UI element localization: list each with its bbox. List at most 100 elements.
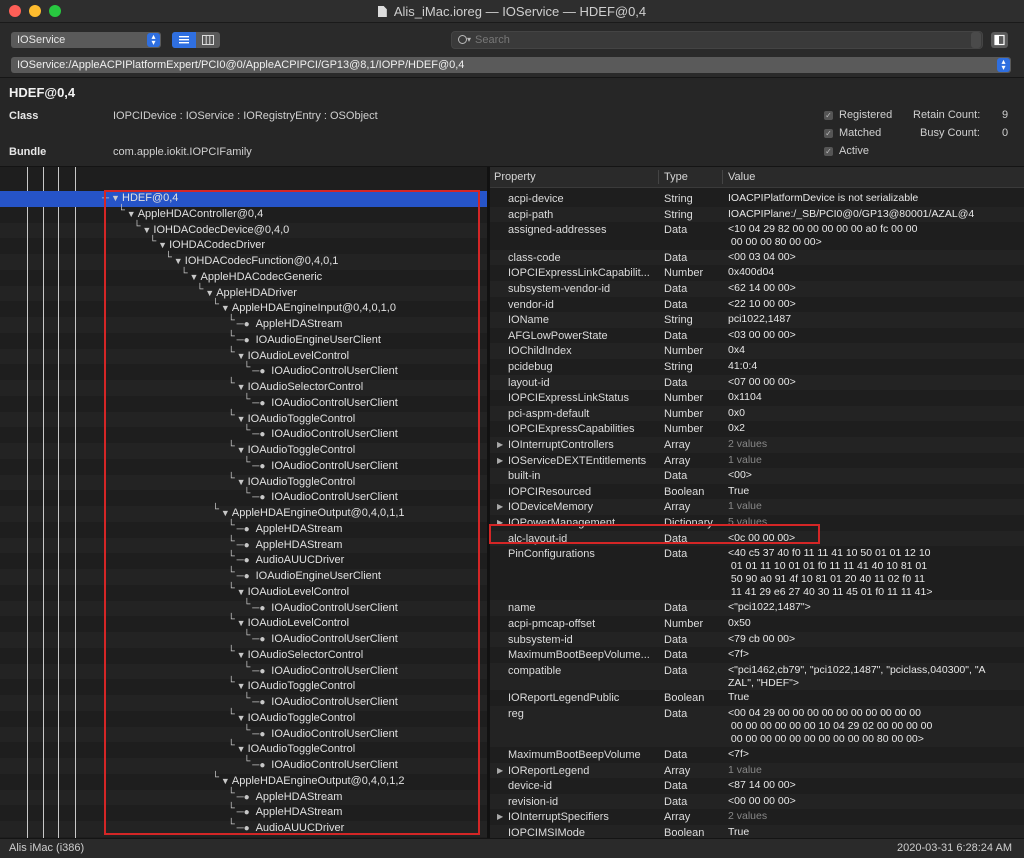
column-header-type[interactable]: Type: [664, 171, 688, 183]
property-row[interactable]: ▶ IODeviceMemory Array 1 value: [490, 499, 1024, 515]
property-row[interactable]: ▶ IOInterruptSpecifiers Array 2 values: [490, 809, 1024, 825]
tree-row[interactable]: └ ─● AudioAUUCDriver: [0, 551, 487, 569]
tree-node-label: IOAudioControlUserClient: [271, 664, 398, 677]
column-separator[interactable]: [658, 170, 659, 184]
tree-row[interactable]: └ ─● IOAudioControlUserClient: [0, 725, 487, 743]
property-row[interactable]: subsystem-id Data <79 cb 00 00>: [490, 631, 1024, 648]
tree-row[interactable]: └ ▼ AppleHDADriver: [0, 284, 487, 302]
column-header-property[interactable]: Property: [494, 171, 536, 183]
tree-row[interactable]: └ ─● AppleHDAStream: [0, 803, 487, 821]
tree-connector: └: [227, 441, 235, 452]
property-row[interactable]: name Data <"pci1022,1487">: [490, 600, 1024, 616]
tree-row[interactable]: └ ▼ AppleHDACodecGeneric: [0, 268, 487, 286]
property-row[interactable]: IOPCIResourced Boolean True: [490, 484, 1024, 500]
property-row[interactable]: acpi-pmcap-offset Number 0x50: [490, 616, 1024, 632]
property-row[interactable]: device-id Data <87 14 00 00>: [490, 778, 1024, 794]
property-row[interactable]: subsystem-vendor-id Data <62 14 00 00>: [490, 281, 1024, 297]
tree-row[interactable]: └ ─● IOAudioControlUserClient: [0, 662, 487, 680]
active-label: Active: [839, 145, 869, 157]
tree-connector: └: [149, 236, 157, 248]
property-value: 0x50: [728, 617, 751, 629]
property-row[interactable]: compatible Data <"pci1462,cb79", "pci1022,…: [490, 662, 1024, 691]
property-row[interactable]: built-in Data <00>: [490, 468, 1024, 484]
property-row[interactable]: IOName String pci1022,1487: [490, 312, 1024, 328]
leaf-node-icon: ─●: [236, 791, 250, 803]
inspector-toggle-button[interactable]: [991, 32, 1008, 48]
property-row[interactable]: reg Data <00 04 29 00 00 00 00 00 00 00 00…: [490, 706, 1024, 747]
plane-select[interactable]: IOService ▴ ▾: [11, 32, 161, 48]
disclosure-triangle-icon[interactable]: ▶: [497, 766, 503, 775]
tree-row[interactable]: └ ─● AppleHDAStream: [0, 536, 487, 554]
tree-row-selected[interactable]: ─ ▼ HDEF@0,4: [0, 191, 487, 207]
property-row[interactable]: IOPCIExpressLinkCapabilit... Number 0x400d…: [490, 265, 1024, 281]
property-row[interactable]: MaximumBootBeepVolume Data <7f>: [490, 747, 1024, 763]
tree-node-label: IOAudioControlUserClient: [271, 759, 398, 771]
tree-node-label: IOHDACodecDevice@0,4,0: [153, 223, 290, 236]
search-stepper[interactable]: [971, 32, 981, 48]
column-view-button[interactable]: [196, 32, 220, 48]
tree-row[interactable]: └ ─● IOAudioEngineUserClient: [0, 567, 487, 585]
property-row[interactable]: alc-layout-id Data <0c 00 00 00>: [490, 530, 1024, 547]
tree-node-label: IOAudioToggleControl: [247, 475, 356, 488]
property-value: True: [728, 484, 750, 497]
property-row[interactable]: IOReportLegendPublic Boolean True: [490, 690, 1024, 706]
tree-row[interactable]: └ ─● IOAudioControlUserClient: [0, 425, 487, 443]
property-row[interactable]: layout-id Data <07 00 00 00>: [490, 374, 1024, 391]
column-separator[interactable]: [722, 170, 723, 184]
property-row[interactable]: IOPCIMSIMode Boolean True: [490, 824, 1024, 838]
property-row[interactable]: ▶ IOReportLegend Array 1 value: [490, 762, 1024, 779]
property-row[interactable]: pci-aspm-default Number 0x0: [490, 405, 1024, 422]
tree-row[interactable]: └ ▼ AppleHDAController@0,4: [0, 205, 487, 223]
tree-row[interactable]: └ ▼ IOHDACodecFunction@0,4,0,1: [0, 252, 487, 270]
registry-path-select[interactable]: IOService:/AppleACPIPlatformExpert/PCI0@…: [11, 57, 1011, 73]
tree-row[interactable]: └ ─● IOAudioControlUserClient: [0, 693, 487, 711]
tree-row[interactable]: └ ─● IOAudioControlUserClient: [0, 756, 487, 774]
disclosure-triangle-icon[interactable]: ▶: [497, 518, 503, 527]
property-row[interactable]: IOChildIndex Number 0x4: [490, 343, 1024, 359]
tree-row[interactable]: └ ─● AppleHDAStream: [0, 520, 487, 538]
property-row[interactable]: assigned-addresses Data <10 04 29 82 00 00…: [490, 222, 1024, 250]
column-header-value[interactable]: Value: [728, 171, 755, 183]
property-type: Data: [664, 224, 688, 237]
disclosure-triangle-icon[interactable]: ▶: [497, 440, 503, 449]
tree-row[interactable]: └ ▼ AppleHDAEngineOutput@0,4,0,1,1: [0, 504, 487, 522]
property-row[interactable]: MaximumBootBeepVolume... Data <7f>: [490, 647, 1024, 663]
tree-row[interactable]: └ ─● IOAudioEngineUserClient: [0, 331, 487, 349]
property-row[interactable]: pcidebug String 41:0:4: [490, 359, 1024, 375]
list-view-button[interactable]: [172, 32, 196, 48]
property-row[interactable]: ▶ IOPowerManagement Dictionary 5 values: [490, 515, 1024, 531]
property-row[interactable]: IOPCIExpressCapabilities Number 0x2: [490, 421, 1024, 437]
tree-row[interactable]: └ ─● IOAudioControlUserClient: [0, 362, 487, 380]
disclosure-triangle-icon[interactable]: ▶: [497, 502, 503, 511]
tree-row[interactable]: └ ─● IOAudioControlUserClient: [0, 394, 487, 412]
property-row[interactable]: IOPCIExpressLinkStatus Number 0x1104: [490, 390, 1024, 406]
property-row[interactable]: AFGLowPowerState Data <03 00 00 00>: [490, 328, 1024, 344]
property-row[interactable]: acpi-path String IOACPIPlane:/_SB/PCI0@0/G…: [490, 206, 1024, 223]
disclosure-triangle-icon[interactable]: ▶: [497, 812, 503, 821]
registered-checkbox: ✓: [824, 111, 833, 120]
tree-connector: └: [243, 598, 251, 610]
property-row[interactable]: acpi-device String IOACPIPlatformDevice is…: [490, 191, 1024, 207]
disclosure-triangle-icon[interactable]: ▶: [497, 456, 503, 465]
tree-row[interactable]: └ ▼ IOHDACodecDriver: [0, 236, 487, 254]
search-field[interactable]: ▾ Search: [451, 31, 983, 49]
property-row[interactable]: revision-id Data <00 00 00 00>: [490, 793, 1024, 810]
tree-row[interactable]: └ ▼ AppleHDAEngineInput@0,4,0,1,0: [0, 299, 487, 317]
tree-row[interactable]: └ ─● AppleHDAStream: [0, 788, 487, 806]
property-name: IOReportLegendPublic: [508, 692, 620, 705]
tree-row[interactable]: └ ─● IOAudioControlUserClient: [0, 630, 487, 648]
property-value: True: [728, 691, 750, 704]
tree-row[interactable]: └ ▼ IOHDACodecDevice@0,4,0: [0, 221, 487, 239]
registry-tree[interactable]: ─ ▼ HDEF@0,4 └ ▼ AppleHDAController@0,4 └ ▼ IOHD…: [0, 167, 487, 838]
tree-row[interactable]: └ ─● IOAudioControlUserClient: [0, 599, 487, 617]
tree-row[interactable]: └ ─● AudioAUUCDriver: [0, 819, 487, 837]
property-row[interactable]: ▶ IOServiceDEXTEntitlements Array 1 value: [490, 453, 1024, 469]
property-row[interactable]: class-code Data <00 03 04 00>: [490, 249, 1024, 266]
tree-row[interactable]: └ ─● AppleHDAStream: [0, 315, 487, 333]
tree-row[interactable]: └ ─● IOAudioControlUserClient: [0, 488, 487, 506]
tree-row[interactable]: └ ─● IOAudioControlUserClient: [0, 457, 487, 475]
property-row[interactable]: PinConfigurations Data <40 c5 37 40 f0 11 …: [490, 546, 1024, 600]
tree-row[interactable]: └ ▼ AppleHDAEngineOutput@0,4,0,1,2: [0, 772, 487, 790]
property-row[interactable]: vendor-id Data <22 10 00 00>: [490, 297, 1024, 313]
property-row[interactable]: ▶ IOInterruptControllers Array 2 values: [490, 437, 1024, 453]
